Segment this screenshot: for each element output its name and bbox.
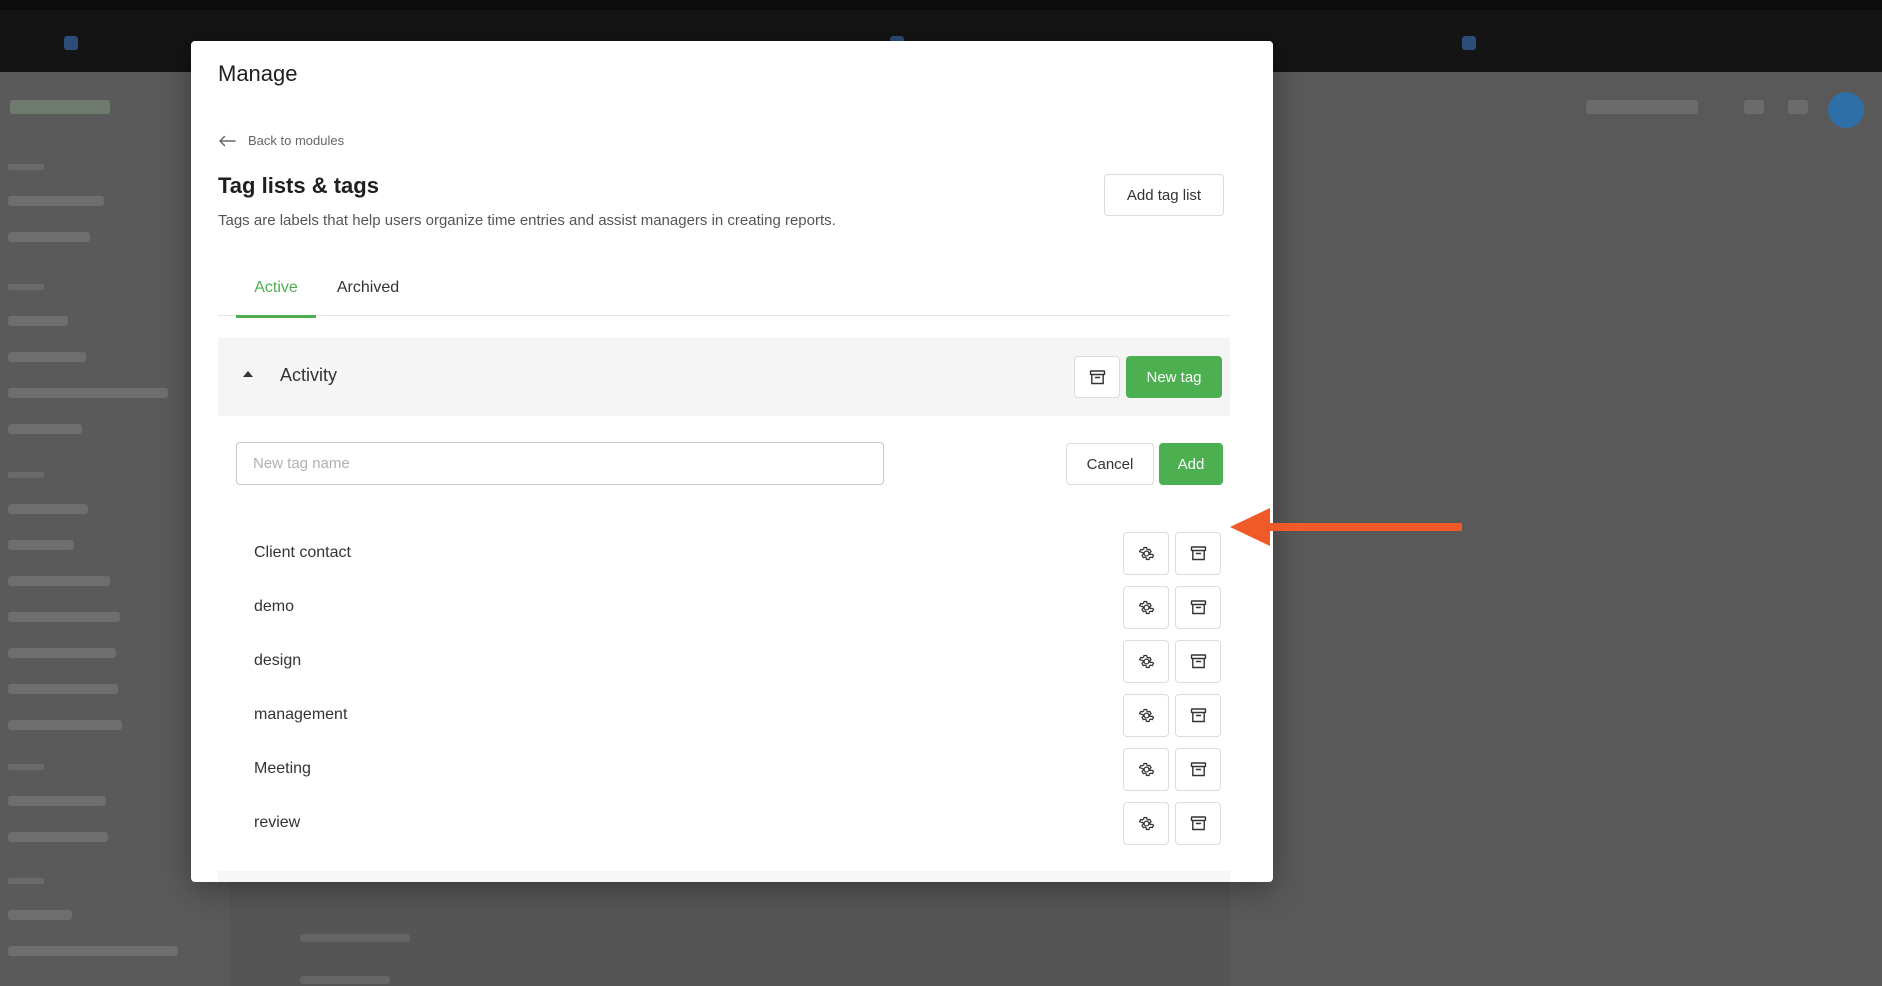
arrow-left-icon (219, 135, 236, 146)
background-header-item (1586, 100, 1698, 114)
tag-settings-button[interactable] (1123, 694, 1169, 737)
new-tag-name-input[interactable] (236, 442, 884, 485)
background-nav-item (8, 910, 72, 920)
tag-archive-button[interactable] (1175, 802, 1221, 845)
tag-archive-button[interactable] (1175, 640, 1221, 683)
tag-name: Meeting (254, 760, 311, 777)
tag-settings-button[interactable] (1123, 802, 1169, 845)
gear-icon (1138, 708, 1154, 723)
background-nav-item (8, 504, 88, 514)
background-nav-item (8, 648, 116, 658)
background-tabstrip (0, 0, 1882, 10)
background-header-item (1788, 100, 1808, 114)
background-nav-item (8, 796, 106, 806)
archive-box-icon (1089, 369, 1105, 384)
archive-box-icon (1190, 762, 1206, 777)
archive-box-icon (1190, 816, 1206, 831)
background-row (300, 934, 410, 942)
background-tab-icon (64, 36, 78, 50)
gear-icon (1138, 816, 1154, 831)
tag-name: demo (254, 598, 295, 615)
section-description: Tags are labels that help users organize… (218, 212, 836, 229)
section-title: Tag lists & tags (218, 173, 379, 198)
background-nav-item (8, 720, 122, 730)
tag-settings-button[interactable] (1123, 586, 1169, 629)
tag-row: Client contact (218, 528, 1230, 582)
background-nav-item (8, 352, 86, 362)
background-row (300, 976, 390, 984)
manage-modal: Manage Back to modules Tag lists & tags … (191, 41, 1273, 882)
background-nav-item (8, 946, 178, 956)
tag-row: design (218, 636, 1230, 690)
background-nav-item (8, 612, 120, 622)
background-content (230, 880, 1230, 986)
background-section (8, 878, 44, 884)
add-button[interactable]: Add (1159, 443, 1223, 485)
background-nav-item (8, 576, 110, 586)
tag-name: management (254, 706, 348, 723)
tag-name: review (254, 814, 301, 831)
tab-active[interactable]: Active (236, 279, 316, 318)
tag-row: management (218, 690, 1230, 744)
tag-settings-button[interactable] (1123, 532, 1169, 575)
archive-box-icon (1190, 600, 1206, 615)
archive-box-icon (1190, 708, 1206, 723)
background-avatar (1828, 92, 1864, 128)
background-nav-item (8, 232, 90, 242)
background-section (8, 284, 44, 290)
archive-tag-list-button[interactable] (1074, 356, 1120, 398)
new-tag-button[interactable]: New tag (1126, 356, 1222, 398)
background-nav-item (8, 316, 68, 326)
background-section (8, 164, 44, 170)
gear-icon (1138, 546, 1154, 561)
caret-up-icon[interactable] (243, 371, 253, 377)
tag-name: design (254, 652, 302, 669)
tag-archive-button[interactable] (1175, 748, 1221, 791)
background-nav-item (8, 684, 118, 694)
tag-list-name: Activity (280, 365, 338, 385)
tab-archived[interactable]: Archived (318, 279, 418, 315)
tag-row: review (218, 798, 1230, 852)
tag-name: Client contact (254, 544, 351, 561)
gear-icon (1138, 762, 1154, 777)
modal-title: Manage (218, 61, 298, 86)
annotation-arrow-icon (1230, 508, 1462, 546)
tag-list-header: Activity New tag (218, 338, 1230, 416)
background-section (8, 472, 44, 478)
background-nav-item (8, 196, 104, 206)
add-tag-list-button[interactable]: Add tag list (1104, 174, 1224, 216)
tag-archive-button[interactable] (1175, 532, 1221, 575)
background-logo (10, 100, 110, 114)
background-nav-item (8, 832, 108, 842)
tag-row: Meeting (218, 744, 1230, 798)
gear-icon (1138, 654, 1154, 669)
background-nav-item (8, 424, 82, 434)
background-tab-icon (1462, 36, 1476, 50)
tag-settings-button[interactable] (1123, 640, 1169, 683)
background-nav-item (8, 540, 74, 550)
tag-row: demo (218, 582, 1230, 636)
next-tag-list-edge (218, 871, 1230, 882)
background-nav-item (8, 388, 168, 398)
archive-box-icon (1190, 654, 1206, 669)
tag-list-tabs: Active Archived (218, 279, 1230, 318)
tag-settings-button[interactable] (1123, 748, 1169, 791)
cancel-button[interactable]: Cancel (1066, 443, 1154, 485)
gear-icon (1138, 600, 1154, 615)
tag-archive-button[interactable] (1175, 694, 1221, 737)
background-section (8, 764, 44, 770)
background-header-item (1744, 100, 1764, 114)
archive-box-icon (1190, 546, 1206, 561)
tag-archive-button[interactable] (1175, 586, 1221, 629)
background-sidebar (0, 72, 200, 986)
back-to-modules-link[interactable]: Back to modules (218, 133, 344, 148)
back-link-label: Back to modules (248, 133, 345, 148)
